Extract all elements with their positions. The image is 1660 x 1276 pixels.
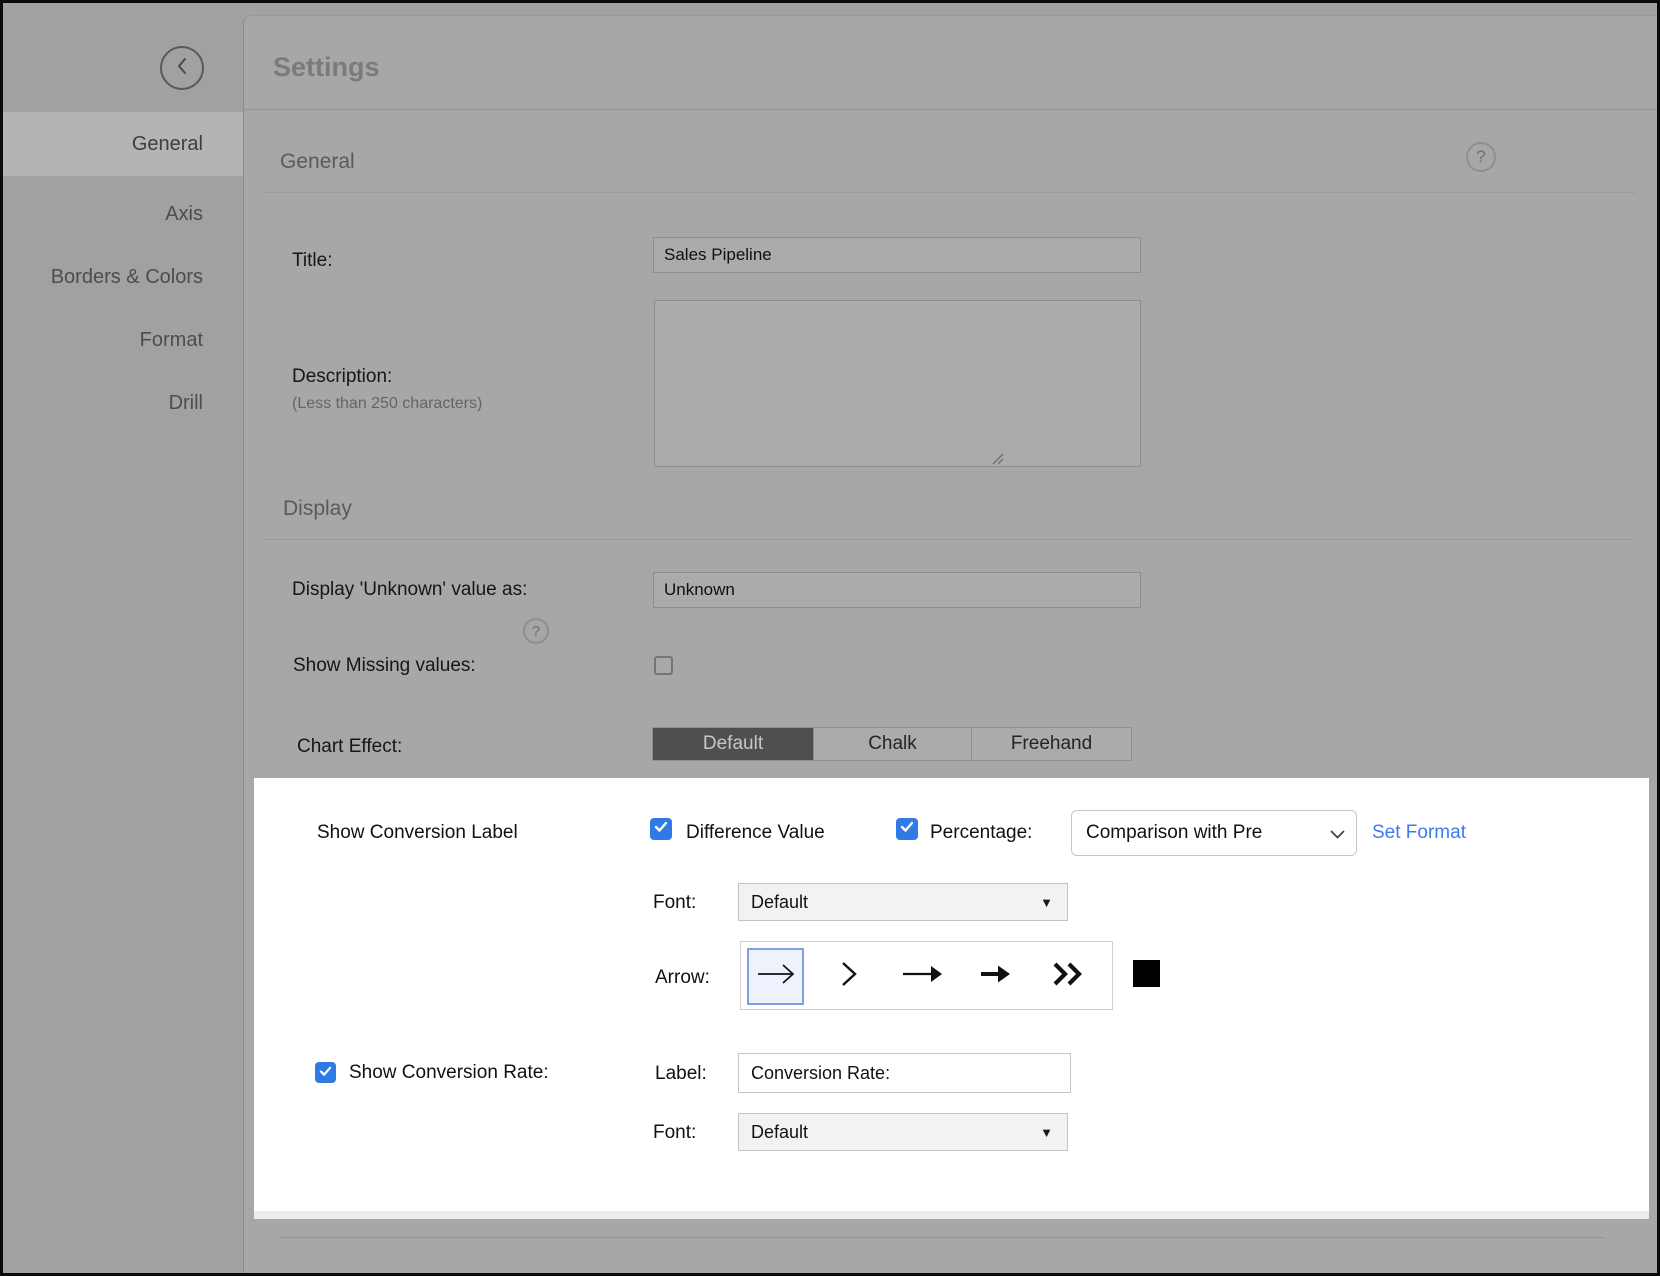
question-mark: ? — [1476, 147, 1485, 167]
question-mark: ? — [532, 623, 540, 640]
footer-divider — [279, 1237, 1605, 1238]
conversion-label-font-dropdown[interactable]: Default ▼ — [738, 883, 1068, 921]
arrow-style-picker — [740, 941, 1113, 1010]
sidebar-item-general[interactable]: General — [3, 112, 243, 176]
difference-value-label: Difference Value — [686, 822, 825, 844]
chart-effect-option-freehand[interactable]: Freehand — [971, 728, 1131, 760]
double-chevron-icon — [1051, 960, 1085, 993]
settings-header — [243, 15, 1657, 110]
arrow-option-thin-arrow[interactable] — [747, 948, 804, 1005]
show-missing-values-label: Show Missing values: — [293, 655, 476, 677]
dropdown-arrow-icon: ▼ — [1040, 1125, 1053, 1140]
show-missing-values-checkbox[interactable] — [654, 656, 673, 675]
segment-label: Freehand — [1011, 733, 1092, 755]
arrow-option-double-chevron[interactable] — [1039, 948, 1096, 1005]
settings-sidebar: General Axis Borders & Colors Format Dri… — [3, 3, 243, 1273]
sidebar-item-borders-colors[interactable]: Borders & Colors — [3, 245, 243, 309]
chart-effect-option-chalk[interactable]: Chalk — [813, 728, 971, 760]
help-icon[interactable]: ? — [1466, 142, 1496, 172]
conversion-settings-highlight-panel-footer — [254, 1211, 1649, 1219]
difference-value-checkbox[interactable] — [650, 818, 672, 840]
checkmark-icon — [319, 1064, 332, 1082]
description-textarea[interactable] — [654, 300, 1141, 467]
show-conversion-label-label: Show Conversion Label — [317, 822, 518, 844]
conversion-rate-label-input[interactable] — [738, 1053, 1071, 1093]
chart-effect-segmented-control: Default Chalk Freehand — [652, 727, 1132, 761]
comparison-select-value: Comparison with Pre — [1086, 822, 1262, 844]
arrow-label: Arrow: — [655, 967, 710, 989]
back-button[interactable] — [160, 46, 204, 90]
sidebar-item-drill[interactable]: Drill — [3, 371, 243, 435]
set-format-link[interactable]: Set Format — [1372, 822, 1466, 844]
segment-label: Default — [703, 733, 763, 755]
checkmark-icon — [900, 820, 914, 838]
percentage-label: Percentage: — [930, 822, 1032, 844]
conversion-rate-font-dropdown[interactable]: Default ▼ — [738, 1113, 1068, 1151]
percentage-checkbox[interactable] — [896, 818, 918, 840]
font-dropdown-value: Default — [751, 892, 808, 913]
description-label: Description: — [292, 366, 392, 388]
conversion-rate-font-label: Font: — [653, 1122, 696, 1144]
thin-arrow-icon — [755, 961, 797, 992]
arrow-option-solid-arrow[interactable] — [893, 948, 950, 1005]
font-dropdown-value: Default — [751, 1122, 808, 1143]
show-conversion-rate-checkbox[interactable] — [315, 1062, 336, 1083]
chart-effect-label: Chart Effect: — [297, 736, 402, 758]
divider — [263, 539, 1635, 540]
sidebar-item-label: Drill — [169, 392, 203, 415]
rate-label-label: Label: — [655, 1063, 707, 1085]
arrow-option-chevron[interactable] — [820, 948, 877, 1005]
sidebar-item-format[interactable]: Format — [3, 308, 243, 372]
general-section-heading: General — [280, 150, 355, 174]
arrow-option-bold-arrow[interactable] — [966, 948, 1023, 1005]
solid-arrow-icon — [900, 962, 944, 991]
dropdown-arrow-icon: ▼ — [1040, 895, 1053, 910]
chevron-left-icon — [176, 57, 188, 80]
page-title: Settings — [273, 52, 380, 83]
display-unknown-input[interactable] — [653, 572, 1141, 608]
chart-effect-option-default[interactable]: Default — [653, 728, 813, 760]
sidebar-item-label: General — [132, 133, 203, 156]
sidebar-item-label: Format — [140, 329, 203, 352]
arrow-color-swatch[interactable] — [1133, 960, 1160, 987]
help-icon[interactable]: ? — [523, 618, 549, 644]
segment-label: Chalk — [868, 733, 917, 755]
checkmark-icon — [654, 820, 668, 838]
bold-arrow-icon — [978, 962, 1012, 991]
display-unknown-label: Display 'Unknown' value as: — [292, 579, 527, 601]
chevron-right-icon — [839, 960, 859, 993]
description-hint: (Less than 250 characters) — [292, 395, 482, 413]
display-section-heading: Display — [283, 497, 352, 521]
title-input[interactable] — [653, 237, 1141, 273]
sidebar-item-axis[interactable]: Axis — [3, 182, 243, 246]
divider — [263, 192, 1635, 193]
show-conversion-rate-label: Show Conversion Rate: — [349, 1062, 549, 1084]
title-label: Title: — [292, 250, 332, 272]
chevron-down-icon — [1330, 830, 1345, 839]
sidebar-item-label: Axis — [165, 203, 203, 226]
sidebar-item-label: Borders & Colors — [51, 266, 203, 289]
comparison-select[interactable]: Comparison with Pre — [1071, 810, 1357, 856]
conversion-label-font-label: Font: — [653, 892, 696, 914]
